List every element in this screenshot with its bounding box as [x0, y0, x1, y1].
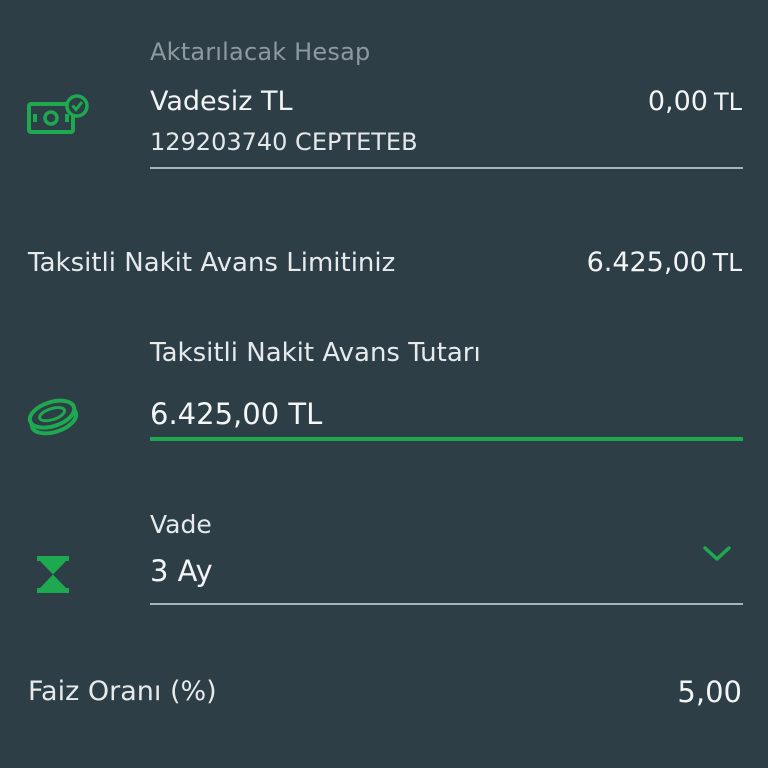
- limit-amount: 6.425,00: [586, 247, 707, 278]
- account-number: 129203740 CEPTETEB: [150, 128, 418, 156]
- account-balance-amount: 0,00: [647, 86, 708, 117]
- rate-label: Faiz Oranı (%): [28, 676, 217, 707]
- coin-icon: [25, 397, 81, 441]
- term-label: Vade: [150, 510, 212, 539]
- rate-value: 5,00: [677, 675, 742, 709]
- account-divider: [150, 167, 743, 169]
- amount-input-underline: [150, 437, 743, 441]
- limit-value: 6.425,00 TL: [587, 247, 742, 278]
- account-balance-currency: TL: [713, 88, 742, 116]
- chevron-down-icon[interactable]: [701, 541, 733, 569]
- limit-label: Taksitli Nakit Avans Limitiniz: [28, 248, 396, 278]
- amount-input[interactable]: [150, 394, 743, 434]
- term-divider: [150, 603, 743, 605]
- account-name[interactable]: Vadesiz TL: [150, 86, 293, 117]
- limit-currency: TL: [712, 248, 742, 277]
- money-check-icon: [25, 94, 91, 144]
- term-select[interactable]: 3 Ay: [150, 554, 213, 588]
- hourglass-icon: [36, 555, 70, 599]
- account-balance: 0,00 TL: [648, 86, 742, 117]
- transfer-account-label: Aktarılacak Hesap: [150, 38, 371, 66]
- amount-label: Taksitli Nakit Avans Tutarı: [150, 338, 481, 368]
